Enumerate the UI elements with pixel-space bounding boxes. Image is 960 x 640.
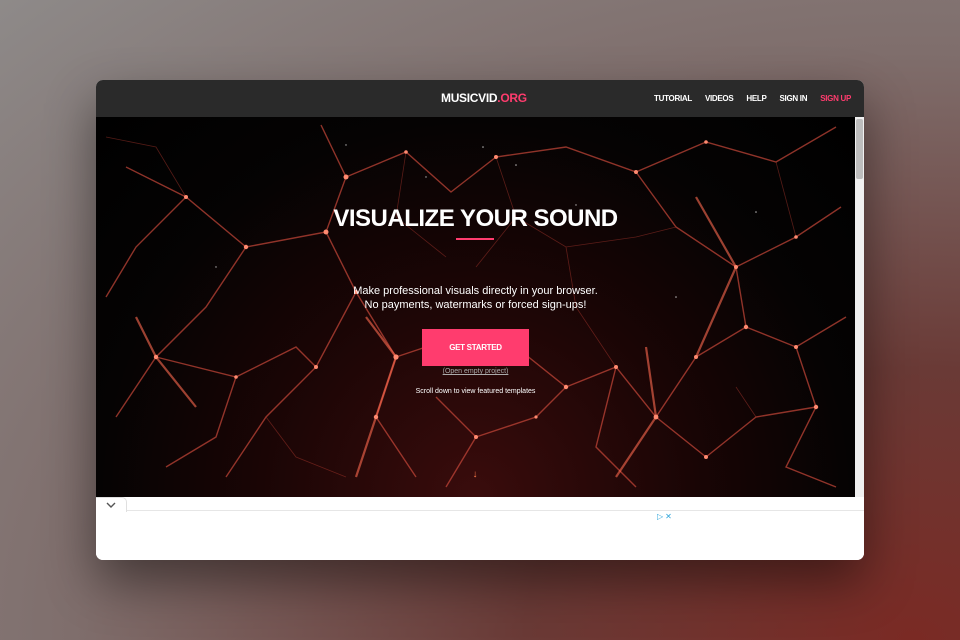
title-underline [456, 238, 494, 240]
ad-banner: ▷ ✕ [96, 497, 864, 560]
hero-section: VISUALIZE YOUR SOUND Make professional v… [96, 117, 855, 497]
get-started-button[interactable]: GET STARTED [422, 329, 529, 366]
logo-main: MUSICVID [441, 91, 498, 105]
page-scrollbar[interactable] [855, 117, 864, 497]
site-logo[interactable]: MUSICVID.ORG [441, 91, 527, 105]
top-navbar: MUSICVID.ORG TUTORIAL VIDEOS HELP SIGN I… [96, 80, 864, 117]
ad-choices: ▷ ✕ [657, 512, 672, 522]
chevron-down-icon [106, 502, 116, 508]
nav-sign-up-link[interactable]: SIGN UP [820, 94, 851, 103]
logo-tld: .ORG [497, 91, 527, 105]
scrollbar-thumb[interactable] [856, 119, 863, 179]
open-empty-project-link[interactable]: (Open empty project) [96, 368, 855, 375]
nav-links: TUTORIAL VIDEOS HELP SIGN IN SIGN UP [654, 94, 851, 103]
nav-sign-in-link[interactable]: SIGN IN [780, 94, 808, 103]
hero-title: VISUALIZE YOUR SOUND [333, 205, 618, 232]
hero-subtitle-line2: No payments, watermarks or forced sign-u… [364, 299, 587, 311]
nav-videos-link[interactable]: VIDEOS [705, 94, 734, 103]
ad-collapse-tab[interactable] [96, 497, 127, 512]
hero-subtitle: Make professional visuals directly in yo… [96, 284, 855, 312]
ad-divider [126, 510, 864, 511]
browser-window: MUSICVID.ORG TUTORIAL VIDEOS HELP SIGN I… [96, 80, 864, 560]
adchoices-play-icon[interactable]: ▷ [657, 512, 663, 522]
nav-tutorial-link[interactable]: TUTORIAL [654, 94, 692, 103]
ad-close-icon[interactable]: ✕ [665, 512, 672, 522]
scroll-down-arrow-icon[interactable]: ↓ [468, 469, 482, 480]
nav-help-link[interactable]: HELP [746, 94, 766, 103]
hero-subtitle-line1: Make professional visuals directly in yo… [353, 285, 598, 297]
scroll-hint: Scroll down to view featured templates [415, 388, 536, 395]
